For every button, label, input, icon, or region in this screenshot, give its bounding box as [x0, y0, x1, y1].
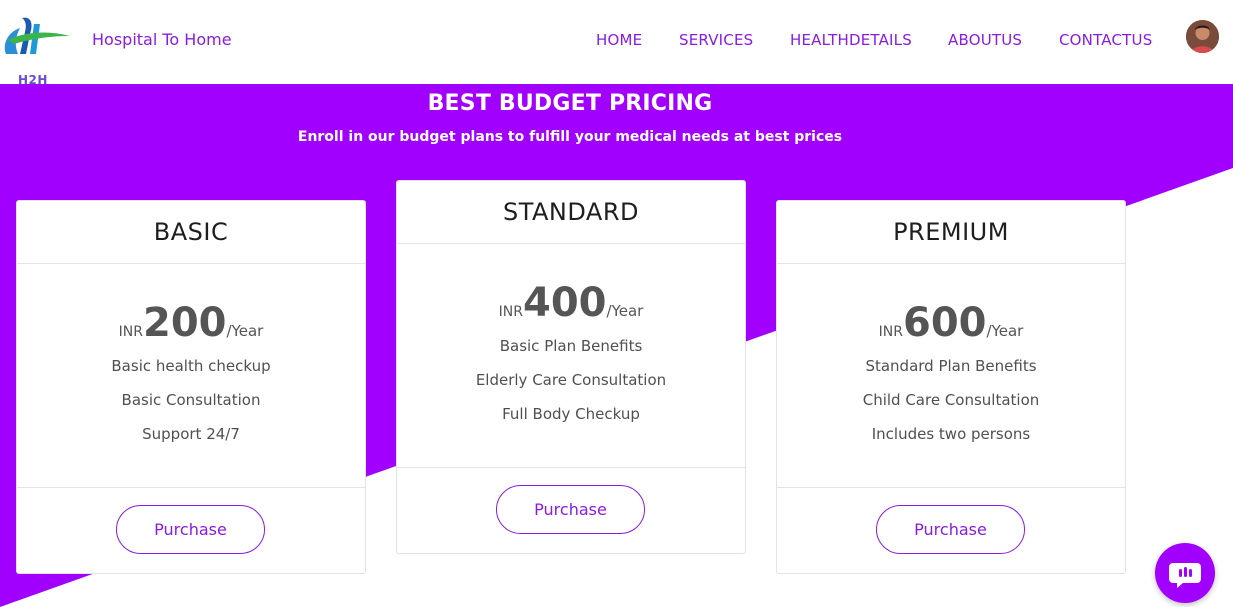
price-period: /Year [986, 322, 1024, 340]
plan-footer: Purchase [17, 488, 365, 573]
nav-services[interactable]: SERVICES [679, 31, 753, 49]
purchase-basic-button[interactable]: Purchase [116, 505, 265, 554]
chat-bubble-icon [1169, 563, 1201, 588]
price-amount: 400 [523, 280, 607, 326]
plan-feature: Includes two persons [871, 425, 1031, 443]
plan-footer: Purchase [777, 488, 1125, 573]
price-period: /Year [226, 322, 264, 340]
price-currency: INR [878, 324, 904, 340]
plan-price: INR200/Year [17, 297, 365, 349]
plan-price: INR400/Year [397, 277, 745, 329]
plan-feature: Full Body Checkup [502, 405, 640, 423]
plan-title: PREMIUM [777, 201, 1125, 264]
plan-feature: Basic Plan Benefits [499, 337, 643, 355]
plan-card-standard: STANDARD INR400/Year Basic Plan Benefits… [396, 180, 746, 554]
plan-feature: Elderly Care Consultation [475, 371, 667, 389]
hero-title: BEST BUDGET PRICING [427, 91, 713, 116]
nav-contactus[interactable]: CONTACTUS [1059, 31, 1152, 49]
plan-price: INR600/Year [777, 297, 1125, 349]
plan-footer: Purchase [397, 468, 745, 553]
chat-button[interactable] [1155, 543, 1215, 603]
plan-body: INR400/Year Basic Plan Benefits Elderly … [397, 244, 745, 468]
page: BEST BUDGET PRICING Enroll in our budget… [0, 0, 1233, 607]
nav-home[interactable]: HOME [596, 31, 642, 49]
purchase-premium-button[interactable]: Purchase [876, 505, 1025, 554]
plan-body: INR600/Year Standard Plan Benefits Child… [777, 264, 1125, 488]
hero-subtitle: Enroll in our budget plans to fulfill yo… [297, 129, 843, 145]
main-nav: HOME SERVICES HEALTHDETAILS ABOUTUS CONT… [0, 31, 1233, 51]
header: H2H Hospital To Home HOME SERVICES HEALT… [0, 0, 1233, 87]
price-currency: INR [498, 304, 524, 320]
avatar-image [1186, 20, 1219, 53]
nav-aboutus[interactable]: ABOUTUS [948, 31, 1022, 49]
plan-feature: Basic health checkup [111, 357, 271, 375]
logo-text: H2H [18, 73, 48, 87]
price-period: /Year [606, 302, 644, 320]
plan-feature: Standard Plan Benefits [865, 357, 1037, 375]
price-currency: INR [118, 324, 144, 340]
plan-title: STANDARD [397, 181, 745, 244]
plan-card-premium: PREMIUM INR600/Year Standard Plan Benefi… [776, 200, 1126, 574]
plan-card-basic: BASIC INR200/Year Basic health checkup B… [16, 200, 366, 574]
plan-feature: Support 24/7 [142, 425, 240, 443]
purchase-standard-button[interactable]: Purchase [496, 485, 645, 534]
price-amount: 600 [903, 300, 987, 346]
plan-feature: Basic Consultation [121, 391, 261, 409]
plan-feature: Child Care Consultation [862, 391, 1040, 409]
user-avatar[interactable] [1186, 20, 1219, 53]
plan-title: BASIC [17, 201, 365, 264]
nav-healthdetails[interactable]: HEALTHDETAILS [790, 31, 912, 49]
plan-body: INR200/Year Basic health checkup Basic C… [17, 264, 365, 488]
price-amount: 200 [143, 300, 227, 346]
